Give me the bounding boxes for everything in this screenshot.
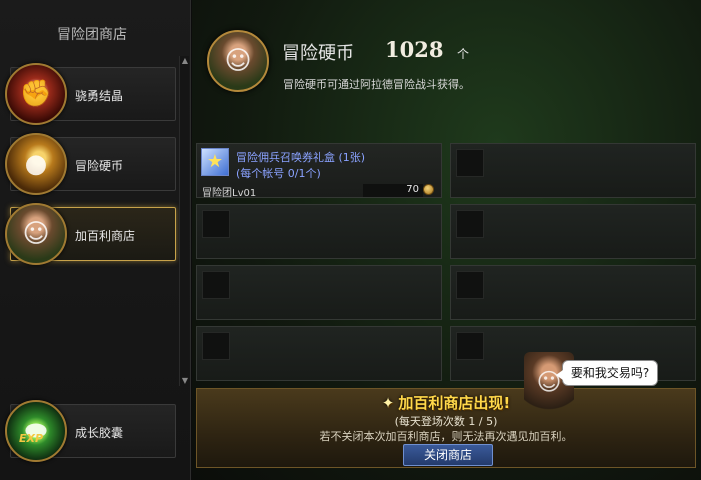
sparkle-icon: ✦ — [381, 394, 395, 412]
sidebar-item-label: 冒险硬币 — [75, 159, 124, 173]
sidebar-item-label: 加百利商店 — [75, 229, 136, 243]
currency-count: 1028 — [385, 37, 444, 62]
exp-capsule-icon: ⬬ EXP — [5, 400, 67, 462]
sidebar-item-gabriel-shop[interactable]: ☺ 加百利商店 — [5, 203, 176, 265]
merchant-speech-bubble: 要和我交易吗? — [556, 360, 658, 386]
item-name: 冒险佣兵召唤券礼盒 (1张) — [236, 151, 366, 164]
banner-title-row: ✦ 加百利商店出现! — [197, 392, 695, 413]
empty-slot — [196, 204, 442, 259]
coin-chest-icon: ● — [5, 133, 67, 195]
empty-slot-box — [202, 271, 230, 299]
empty-slot — [450, 204, 696, 259]
sidebar-item-label: 成长胶囊 — [75, 426, 124, 440]
scroll-up-icon[interactable]: ▲ — [180, 56, 190, 66]
item-price: 70 — [406, 184, 419, 195]
sidebar-item-adventure-coin[interactable]: ● 冒险硬币 — [5, 133, 176, 195]
empty-slot-box — [456, 332, 484, 360]
banner-title: 加百利商店出现! — [398, 394, 511, 412]
empty-slot — [450, 265, 696, 320]
shop-main-panel: ☺ 冒险硬币 1028 个 冒险硬币可通过阿拉德冒险战斗获得。 ★ 冒险佣兵召唤… — [192, 0, 701, 480]
currency-title: 冒险硬币 — [282, 43, 354, 64]
sidebar-item-label: 骁勇结晶 — [75, 89, 124, 103]
item-purchase-limit: (每个帐号 0/1个) — [236, 167, 321, 180]
adventurer-portrait-icon: ☺ — [207, 30, 269, 92]
close-shop-button[interactable]: 关闭商店 — [403, 444, 493, 466]
empty-slot-box — [456, 149, 484, 177]
currency-unit: 个 — [457, 47, 470, 61]
shop-item-slot[interactable]: ★ 冒险佣兵召唤券礼盒 (1张) (每个帐号 0/1个) 冒险团Lv01 70 — [196, 143, 442, 199]
merchant-icon: ☺ — [5, 203, 67, 265]
item-requirement: 冒险团Lv01 — [202, 188, 257, 199]
fist-icon: ✊ — [5, 63, 67, 125]
empty-slot-box — [202, 210, 230, 238]
exp-tag: EXP — [19, 432, 44, 445]
sidebar-item-valor-crystal[interactable]: ✊ 骁勇结晶 — [5, 63, 176, 125]
sidebar-title: 冒险团商店 — [57, 27, 127, 43]
sidebar-item-growth-capsule[interactable]: ⬬ EXP 成长胶囊 — [5, 400, 176, 462]
star-ticket-icon: ★ — [201, 148, 229, 176]
scroll-down-icon[interactable]: ▼ — [180, 376, 190, 386]
empty-slot — [196, 326, 442, 381]
gabriel-shop-banner: ✦ 加百利商店出现! (每天登场次数 1 / 5) 若不关闭本次加百利商店，则无法… — [196, 388, 696, 468]
empty-slot-box — [456, 210, 484, 238]
empty-slot — [196, 265, 442, 320]
banner-warning: 若不关闭本次加百利商店，则无法再次遇见加百利。 — [319, 430, 573, 443]
empty-slot-box — [456, 271, 484, 299]
empty-slot-box — [202, 332, 230, 360]
currency-description: 冒险硬币可通过阿拉德冒险战斗获得。 — [283, 78, 470, 91]
empty-slot — [450, 143, 696, 198]
sidebar: 冒险团商店 ✊ 骁勇结晶 ● 冒险硬币 ☺ 加百利商店 ▲ ▼ ⬬ EXP 成长… — [0, 0, 191, 480]
coin-icon — [423, 184, 434, 195]
sidebar-scrollbar[interactable]: ▲ ▼ — [179, 56, 189, 386]
currency-header: ☺ 冒险硬币 1028 个 冒险硬币可通过阿拉德冒险战斗获得。 — [192, 0, 701, 138]
daily-appearance-count: (每天登场次数 1 / 5) — [394, 415, 498, 428]
